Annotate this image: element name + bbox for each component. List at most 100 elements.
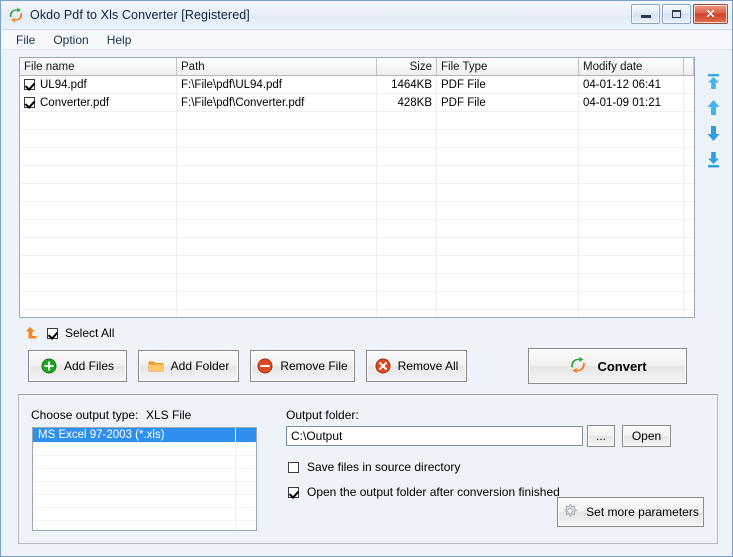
- cell-file-type: PDF File: [437, 76, 579, 93]
- save-in-source-checkbox[interactable]: [288, 461, 299, 473]
- set-more-parameters-button[interactable]: Set more parameters: [557, 497, 704, 527]
- cell-empty: [377, 256, 437, 273]
- cell-spacer: [684, 76, 694, 93]
- cell-empty: [684, 310, 694, 317]
- cell-empty: [579, 148, 684, 165]
- convert-button[interactable]: Convert: [528, 348, 687, 384]
- row-file-name: UL94.pdf: [40, 78, 87, 91]
- output-type-option-empty: [33, 456, 256, 469]
- menu-item-file[interactable]: File: [7, 31, 44, 49]
- cell-empty: [579, 112, 684, 129]
- remove-file-button[interactable]: Remove File: [250, 350, 355, 382]
- table-row[interactable]: UL94.pdf F:\File\pdf\UL94.pdf 1464KB PDF Fi…: [20, 76, 694, 94]
- open-after-conversion-checkbox[interactable]: [288, 486, 299, 498]
- column-header-size[interactable]: Size: [377, 58, 437, 75]
- convert-swirl-icon: [568, 355, 588, 378]
- browse-folder-button[interactable]: ...: [587, 425, 615, 447]
- menu-item-help[interactable]: Help: [98, 31, 141, 49]
- cell-empty: [20, 274, 177, 291]
- cell-empty: [579, 184, 684, 201]
- cell-empty: [579, 274, 684, 291]
- cell-empty: [20, 220, 177, 237]
- remove-all-label: Remove All: [397, 359, 459, 373]
- table-row-empty: [20, 220, 694, 238]
- file-list[interactable]: File name Path Size File Type Modify dat…: [19, 57, 695, 318]
- cell-empty: [177, 274, 377, 291]
- cell-empty: [579, 238, 684, 255]
- folder-icon: [148, 358, 164, 374]
- reorder-buttons: [701, 73, 725, 168]
- output-type-value: XLS File: [146, 408, 192, 422]
- cell-empty: [437, 292, 579, 309]
- cell-empty: [437, 202, 579, 219]
- column-header-modify-date[interactable]: Modify date: [579, 58, 684, 75]
- add-files-button[interactable]: Add Files: [28, 350, 127, 382]
- column-header-spacer: [684, 58, 694, 75]
- cell-empty: [377, 310, 437, 317]
- open-folder-button[interactable]: Open: [622, 425, 671, 447]
- menu-item-option[interactable]: Option: [44, 31, 97, 49]
- column-header-file-name[interactable]: File name: [20, 58, 177, 75]
- cell-path: F:\File\pdf\UL94.pdf: [177, 76, 377, 93]
- cell-spacer: [684, 94, 694, 111]
- cell-empty: [177, 238, 377, 255]
- move-to-bottom-icon[interactable]: [705, 151, 722, 168]
- output-folder-input[interactable]: C:\Output: [286, 426, 583, 446]
- output-type-option-empty: [33, 508, 256, 521]
- cell-empty: [579, 292, 684, 309]
- cell-empty: [377, 292, 437, 309]
- open-after-conversion-label: Open the output folder after conversion …: [307, 485, 560, 499]
- add-files-label: Add Files: [63, 359, 115, 373]
- move-down-icon[interactable]: [705, 125, 722, 142]
- cell-empty: [177, 148, 377, 165]
- maximize-button[interactable]: [662, 4, 691, 24]
- row-checkbox[interactable]: [24, 97, 35, 108]
- move-up-icon[interactable]: [705, 99, 722, 116]
- cell-empty: [437, 310, 579, 317]
- save-in-source-row: Save files in source directory: [288, 460, 460, 474]
- menu-bar: File Option Help: [1, 30, 732, 50]
- column-header-file-type[interactable]: File Type: [437, 58, 579, 75]
- plus-circle-icon: [41, 358, 57, 374]
- cell-empty: [20, 238, 177, 255]
- cell-empty: [437, 238, 579, 255]
- cell-size: 428KB: [377, 94, 437, 111]
- cell-empty: [684, 166, 694, 183]
- table-row[interactable]: Converter.pdf F:\File\pdf\Converter.pdf 42…: [20, 94, 694, 112]
- output-type-option[interactable]: MS Excel 97-2003 (*.xls): [33, 428, 256, 443]
- cell-empty: [684, 292, 694, 309]
- app-window: Okdo Pdf to Xls Converter [Registered] ✕…: [0, 0, 733, 557]
- cell-empty: [684, 112, 694, 129]
- window-controls: ✕: [631, 4, 728, 24]
- cell-empty: [20, 166, 177, 183]
- remove-all-button[interactable]: Remove All: [366, 350, 467, 382]
- move-to-top-icon[interactable]: [705, 73, 722, 90]
- output-type-list[interactable]: MS Excel 97-2003 (*.xls): [32, 427, 257, 531]
- cell-empty: [20, 256, 177, 273]
- column-header-path[interactable]: Path: [177, 58, 377, 75]
- output-type-option-empty: [33, 469, 256, 482]
- cell-empty: [20, 148, 177, 165]
- cell-empty: [20, 292, 177, 309]
- add-folder-button[interactable]: Add Folder: [138, 350, 239, 382]
- cell-empty: [437, 274, 579, 291]
- cell-empty: [177, 256, 377, 273]
- cell-empty: [579, 202, 684, 219]
- cell-empty: [437, 220, 579, 237]
- select-all-checkbox[interactable]: [47, 327, 58, 339]
- file-list-header: File name Path Size File Type Modify dat…: [20, 58, 694, 76]
- choose-output-type-label: Choose output type:: [31, 408, 139, 422]
- cell-empty: [377, 130, 437, 147]
- cell-empty: [437, 148, 579, 165]
- cell-empty: [177, 220, 377, 237]
- cell-modify-date: 04-01-12 06:41: [579, 76, 684, 93]
- row-checkbox[interactable]: [24, 79, 35, 90]
- output-folder-label: Output folder:: [286, 408, 359, 422]
- file-list-body[interactable]: UL94.pdf F:\File\pdf\UL94.pdf 1464KB PDF Fi…: [20, 76, 694, 317]
- cell-empty: [684, 274, 694, 291]
- minimize-button[interactable]: [631, 4, 660, 24]
- table-row-empty: [20, 256, 694, 274]
- close-button[interactable]: ✕: [693, 4, 728, 24]
- cell-empty: [177, 310, 377, 317]
- cell-file-name: UL94.pdf: [20, 76, 177, 93]
